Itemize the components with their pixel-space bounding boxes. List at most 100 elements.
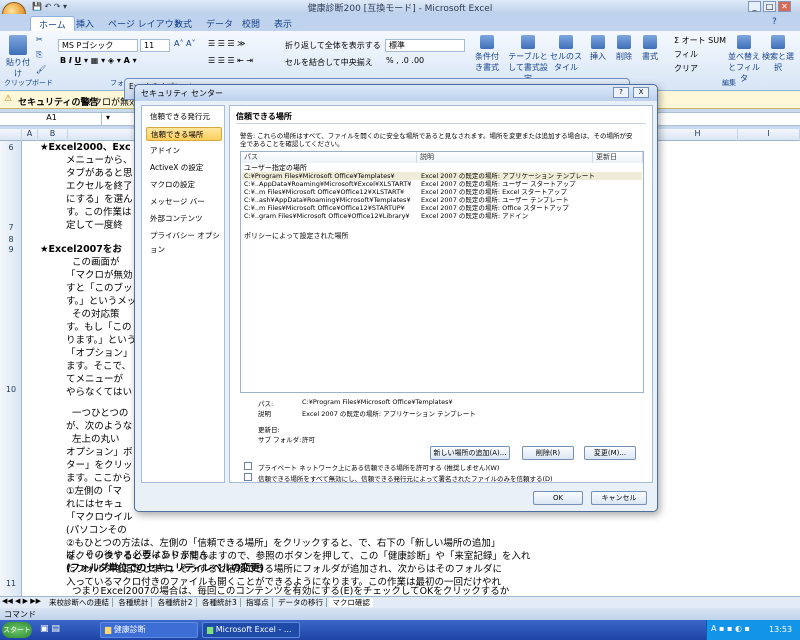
nav-trusted-publishers[interactable]: 信頼できる発行元 bbox=[146, 110, 222, 124]
row-header[interactable]: 11 bbox=[0, 579, 22, 588]
location-desc[interactable]: Excel 2007 の既定の場所: ユーザー スタートアップ bbox=[421, 180, 576, 188]
sheet-tab-active[interactable]: マクロ確認 bbox=[329, 598, 373, 607]
align-left-icon[interactable]: ☰ ☰ ☰ ⇤ ⇥ bbox=[208, 56, 253, 65]
sort-filter-button[interactable]: 並べ替えとフィルタ bbox=[728, 35, 760, 84]
ok-button[interactable]: OK bbox=[533, 491, 583, 505]
location-path[interactable]: C:¥..AppData¥Roaming¥Microsoft¥Excel¥XLS… bbox=[244, 180, 411, 188]
sheet-tab[interactable]: 指導点 bbox=[243, 598, 273, 607]
column-header[interactable]: H bbox=[658, 129, 738, 141]
nav-activex[interactable]: ActiveX の設定 bbox=[146, 161, 222, 175]
formula-icons[interactable]: ▾ bbox=[106, 113, 110, 122]
cell-text: 「マクロが無効 bbox=[66, 270, 133, 281]
row-header[interactable]: 10 bbox=[0, 385, 22, 394]
location-desc[interactable]: Excel 2007 の既定の場所: アプリケーション テンプレート bbox=[421, 172, 595, 180]
grow-font-icon[interactable]: A˄ A˅ bbox=[174, 39, 196, 48]
minimize-button[interactable]: _ bbox=[748, 1, 761, 12]
clear-button[interactable]: クリア bbox=[674, 63, 698, 74]
location-path[interactable]: C:¥Program Files¥Microsoft Office¥Templa… bbox=[244, 172, 395, 180]
align-top-icon[interactable]: ☰ ☰ ☰ ≫ bbox=[208, 39, 246, 48]
disable-all-checkbox[interactable] bbox=[244, 473, 252, 481]
format-toolbar[interactable]: B I U ▾ ▦ ▾ ◈ ▾ A ▾ bbox=[60, 56, 137, 65]
add-location-button[interactable]: 新しい場所の追加(A)... bbox=[430, 446, 510, 460]
format-button[interactable]: 書式 bbox=[640, 35, 660, 62]
sheet-tab[interactable]: 来校診断への連結 bbox=[46, 598, 113, 607]
column-header[interactable]: A bbox=[22, 129, 38, 141]
sheet-tab[interactable]: データの移行 bbox=[275, 598, 328, 607]
ribbon-tabs: ホーム 挿入 ページ レイアウト 数式 データ 校閲 表示 ? bbox=[0, 14, 800, 31]
remove-location-button[interactable]: 削除(R) bbox=[522, 446, 574, 460]
find-select-label: 検索と選択 bbox=[762, 52, 794, 72]
insert-button[interactable]: 挿入 bbox=[588, 35, 608, 62]
table-format-button[interactable]: テーブルとして書式設定 bbox=[506, 35, 550, 84]
format-painter-icon[interactable]: 🖌 bbox=[36, 65, 46, 74]
row-header[interactable]: 7 bbox=[0, 223, 22, 232]
wrap-text-button[interactable]: 折り返して全体を表示する bbox=[285, 40, 381, 51]
nav-privacy-options[interactable]: プライバシー オプション bbox=[146, 229, 222, 254]
column-modified[interactable]: 更新日 bbox=[593, 152, 643, 163]
find-select-button[interactable]: 検索と選択 bbox=[762, 35, 794, 73]
detail-date-label: 更新日: bbox=[258, 426, 280, 434]
cell-text: その対応策 bbox=[72, 309, 120, 320]
fill-button[interactable]: フィル bbox=[674, 49, 698, 60]
nav-addins[interactable]: アドイン bbox=[146, 144, 222, 158]
location-path[interactable]: C:¥..m Files¥Microsoft Office¥Office12¥S… bbox=[244, 204, 405, 212]
column-description[interactable]: 説明 bbox=[417, 152, 593, 163]
cell-style-button[interactable]: セルのスタイル bbox=[550, 35, 582, 73]
modify-location-button[interactable]: 変更(M)... bbox=[584, 446, 636, 460]
allow-network-checkbox[interactable] bbox=[244, 462, 252, 470]
sheet-tab[interactable]: 各種統計 bbox=[115, 598, 153, 607]
start-button[interactable]: スタート bbox=[2, 622, 32, 638]
help-icon[interactable]: ? bbox=[772, 17, 777, 27]
number-format-select[interactable]: 標準 bbox=[385, 39, 465, 52]
sheet-tab[interactable]: 各種統計2 bbox=[154, 598, 197, 607]
tab-review[interactable]: 校閲 bbox=[234, 16, 268, 31]
copy-icon[interactable]: ⎘ bbox=[36, 50, 42, 60]
merge-center-button[interactable]: セルを結合して中央揃え bbox=[285, 57, 373, 68]
close-button[interactable]: ✕ bbox=[778, 1, 791, 12]
paste-button[interactable]: 貼り付け bbox=[4, 35, 32, 79]
cut-icon[interactable]: ✂ bbox=[36, 35, 43, 44]
tab-view[interactable]: 表示 bbox=[266, 16, 300, 31]
locations-list[interactable]: パス 説明 更新日 ユーザー指定の場所 C:¥Program Files¥Mic… bbox=[240, 151, 644, 393]
maximize-button[interactable]: □ bbox=[763, 1, 776, 12]
quick-launch-icons[interactable]: ▣ ▤ bbox=[40, 624, 60, 634]
allow-network-label[interactable]: プライベート ネットワーク上にある信頼できる場所を許可する (推奨しません)(W… bbox=[258, 462, 499, 472]
tab-formulas[interactable]: 数式 bbox=[166, 16, 200, 31]
dialog-help-button[interactable]: ? bbox=[613, 87, 629, 98]
tab-insert[interactable]: 挿入 bbox=[68, 16, 102, 31]
location-path[interactable]: C:¥..ash¥AppData¥Roaming¥Microsoft¥Templ… bbox=[244, 196, 411, 204]
cancel-button[interactable]: キャンセル bbox=[591, 491, 647, 505]
sheet-tab[interactable]: 各種統計3 bbox=[198, 598, 241, 607]
location-desc[interactable]: Excel 2007 の既定の場所: ユーザー テンプレート bbox=[421, 196, 569, 204]
location-path[interactable]: C:¥..m Files¥Microsoft Office¥Office12¥X… bbox=[244, 188, 404, 196]
number-format-icons[interactable]: % , .0 .00 bbox=[386, 56, 424, 65]
font-name-select[interactable]: MS Pゴシック bbox=[58, 39, 138, 52]
column-path[interactable]: パス bbox=[241, 152, 417, 163]
sheet-nav-icons[interactable]: ◀◀ ◀ ▶ ▶▶ bbox=[2, 597, 41, 605]
dialog-close-button[interactable]: X bbox=[633, 87, 649, 98]
location-desc[interactable]: Excel 2007 の既定の場所: アドイン bbox=[421, 212, 528, 220]
nav-trusted-locations[interactable]: 信頼できる場所 bbox=[146, 127, 222, 141]
disable-all-label[interactable]: 信頼できる場所をすべて無効にし、信頼できる発行元によって署名されたファイルのみを… bbox=[258, 473, 553, 483]
location-desc[interactable]: Excel 2007 の既定の場所: Excel スタートアップ bbox=[421, 188, 567, 196]
row-header[interactable]: 9 bbox=[0, 245, 22, 254]
column-header[interactable]: I bbox=[738, 129, 800, 141]
nav-message-bar[interactable]: メッセージ バー bbox=[146, 195, 222, 209]
taskbar-item[interactable]: ▆ 健康診断 bbox=[100, 622, 198, 638]
cell-text: エクセルを終了 bbox=[66, 181, 133, 192]
delete-button[interactable]: 削除 bbox=[614, 35, 634, 62]
nav-macro-settings[interactable]: マクロの設定 bbox=[146, 178, 222, 192]
column-header[interactable]: B bbox=[38, 129, 68, 141]
select-all-corner[interactable] bbox=[0, 129, 22, 141]
font-size-select[interactable]: 11 bbox=[140, 39, 170, 52]
location-desc[interactable]: Excel 2007 の既定の場所: Office スタートアップ bbox=[421, 204, 569, 212]
row-header[interactable]: 8 bbox=[0, 235, 22, 244]
autosum-button[interactable]: Σ オート SUM bbox=[674, 35, 726, 46]
cond-format-button[interactable]: 条件付き書式 bbox=[472, 35, 502, 73]
name-box[interactable]: A1 bbox=[2, 113, 102, 125]
tray-icons[interactable]: A ▪ ▪ ◐ ▪ bbox=[711, 624, 750, 633]
location-path[interactable]: C:¥..gram Files¥Microsoft Office¥Office1… bbox=[244, 212, 410, 220]
nav-external-content[interactable]: 外部コンテンツ bbox=[146, 212, 222, 226]
taskbar-item[interactable]: ▆ Microsoft Excel - ... bbox=[202, 622, 300, 638]
row-header[interactable]: 6 bbox=[0, 143, 22, 152]
